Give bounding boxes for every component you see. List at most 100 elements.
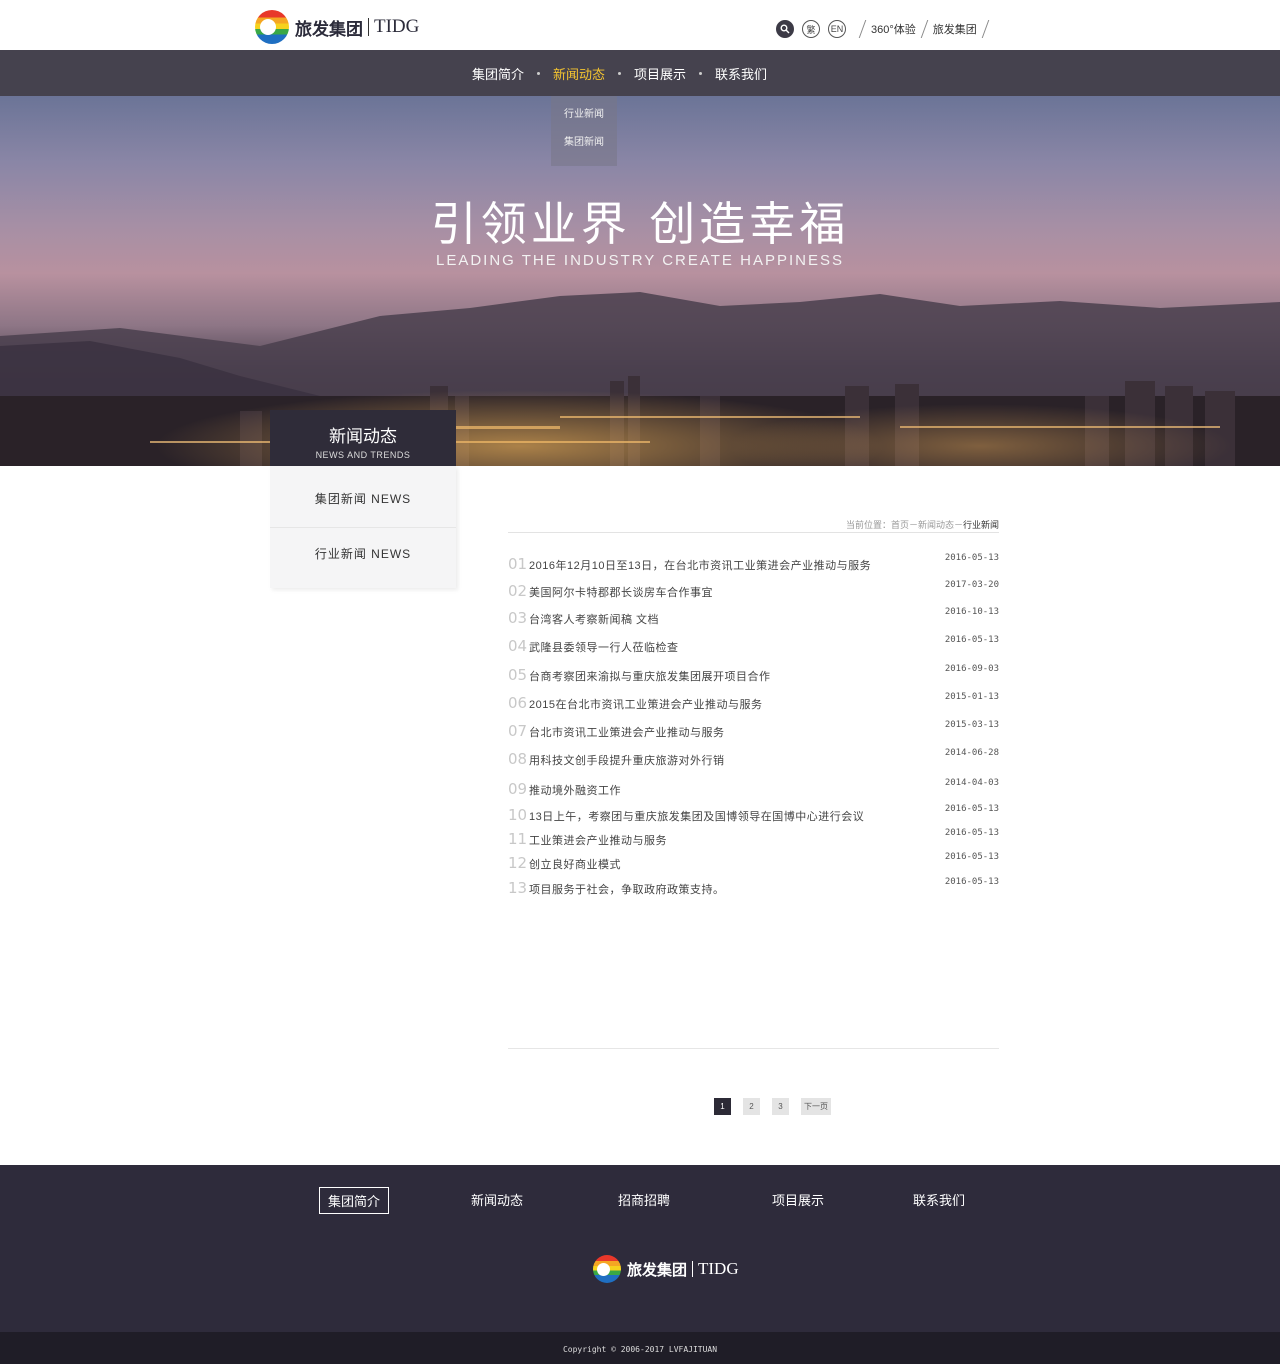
news-title[interactable]: 2015在台北市资讯工业策进会产业推动与服务 (529, 696, 762, 712)
link-group[interactable]: 旅发集团 (933, 21, 977, 37)
footer: 集团简介 新闻动态 招商招聘 项目展示 联系我们 旅发集团 TIDG (0, 1165, 1280, 1332)
banner-title: 引领业界 创造幸福 (430, 197, 850, 251)
news-number: 05 (508, 666, 528, 684)
list-item[interactable]: 11 工业策进会产业推动与服务 2016-05-13 (508, 828, 999, 850)
top-bar: 旅发集团 TIDG 繁 EN 360°体验 旅发集团 (0, 0, 1280, 50)
news-title[interactable]: 台湾客人考察新闻稿 文档 (529, 611, 659, 627)
side-menu: 集团新闻 NEWS 行业新闻 NEWS (270, 466, 456, 588)
search-icon[interactable] (776, 20, 794, 38)
list-item[interactable]: 06 2015在台北市资讯工业策进会产业推动与服务 2015-01-13 (508, 692, 999, 714)
list-item[interactable]: 02 美国阿尔卡特郡郡长谈房车合作事宜 2017-03-20 (508, 580, 999, 602)
news-date: 2016-05-13 (944, 828, 999, 838)
banner-glow (0, 326, 1280, 466)
next-page-button[interactable]: 下一页 (801, 1098, 831, 1115)
news-title[interactable]: 项目服务于社会，争取政府政策支持。 (529, 881, 725, 897)
list-item[interactable]: 12 创立良好商业模式 2016-05-13 (508, 852, 999, 874)
page-button-3[interactable]: 3 (772, 1098, 789, 1115)
news-title[interactable]: 工业策进会产业推动与服务 (529, 832, 667, 848)
news-number: 02 (508, 582, 528, 600)
news-number: 09 (508, 780, 528, 798)
divider-slash (920, 20, 929, 38)
news-number: 12 (508, 854, 528, 872)
english-toggle[interactable]: EN (828, 20, 846, 38)
news-date: 2014-04-03 (944, 778, 999, 788)
news-title[interactable]: 美国阿尔卡特郡郡长谈房车合作事宜 (529, 584, 713, 600)
brand-name-en: TIDG (374, 16, 420, 37)
footer-link-recruit[interactable]: 招商招聘 (609, 1187, 679, 1214)
news-number: 01 (508, 555, 528, 573)
news-title[interactable]: 用科技文创手段提升重庆旅游对外行销 (529, 752, 725, 768)
page-button-1[interactable]: 1 (714, 1098, 731, 1115)
nav-separator (699, 71, 703, 75)
list-item[interactable]: 13 项目服务于社会，争取政府政策支持。 2016-05-13 (508, 877, 999, 899)
list-item[interactable]: 04 武隆县委领导一行人莅临检查 2016-05-13 (508, 635, 999, 657)
nav-item-about[interactable]: 集团简介 (472, 64, 524, 83)
news-title[interactable]: 武隆县委领导一行人莅临检查 (529, 639, 679, 655)
news-date: 2014-06-28 (944, 748, 999, 758)
nav-item-contact[interactable]: 联系我们 (715, 64, 767, 83)
divider-slash (858, 20, 867, 38)
logo-divider (692, 1261, 694, 1277)
brand-logo[interactable]: 旅发集团 TIDG (255, 10, 419, 44)
news-number: 04 (508, 637, 528, 655)
pagination: 1 2 3 下一页 (714, 1098, 831, 1115)
breadcrumb-divider (508, 532, 999, 533)
news-number: 07 (508, 722, 528, 740)
link-360-experience[interactable]: 360°体验 (871, 21, 916, 37)
side-item-industry-news[interactable]: 行业新闻 NEWS (270, 527, 456, 588)
news-date: 2015-03-13 (944, 720, 999, 730)
footer-link-about[interactable]: 集团简介 (319, 1187, 389, 1214)
hero-banner: 引领业界 创造幸福 LEADING THE INDUSTRY CREATE HA… (0, 96, 1280, 466)
top-tools: 繁 EN 360°体验 旅发集团 (776, 18, 994, 40)
footer-logo[interactable]: 旅发集团 TIDG (593, 1255, 739, 1283)
nav-separator (537, 71, 541, 75)
footer-link-news[interactable]: 新闻动态 (462, 1187, 532, 1214)
side-menu-subtitle: NEWS AND TRENDS (315, 450, 411, 460)
news-date: 2016-10-13 (944, 607, 999, 617)
news-date: 2016-05-13 (944, 852, 999, 862)
news-number: 10 (508, 806, 528, 824)
news-title[interactable]: 台商考察团来渝拟与重庆旅发集团展开项目合作 (529, 668, 771, 684)
news-title[interactable]: 2016年12月10日至13日，在台北市资讯工业策进会产业推动与服务 (529, 557, 871, 573)
breadcrumb: 当前位置：首页－新闻动态－行业新闻 (508, 518, 999, 531)
side-item-group-news[interactable]: 集团新闻 NEWS (270, 466, 456, 527)
list-bottom-divider (508, 1048, 999, 1049)
page-button-2[interactable]: 2 (743, 1098, 760, 1115)
news-title[interactable]: 台北市资讯工业策进会产业推动与服务 (529, 724, 725, 740)
banner-subtitle: LEADING THE INDUSTRY CREATE HAPPINESS (436, 252, 844, 269)
side-menu-title: 新闻动态 (329, 427, 397, 446)
footer-link-contact[interactable]: 联系我们 (904, 1187, 974, 1214)
news-date: 2016-05-13 (944, 877, 999, 887)
news-date: 2016-05-13 (944, 804, 999, 814)
news-number: 08 (508, 750, 528, 768)
news-number: 13 (508, 879, 528, 897)
list-item[interactable]: 01 2016年12月10日至13日，在台北市资讯工业策进会产业推动与服务 20… (508, 553, 999, 575)
list-item[interactable]: 08 用科技文创手段提升重庆旅游对外行销 2014-06-28 (508, 748, 999, 770)
news-date: 2016-05-13 (944, 635, 999, 645)
news-date: 2017-03-20 (944, 580, 999, 590)
nav-item-news[interactable]: 新闻动态 (553, 64, 605, 83)
list-item[interactable]: 09 推动境外融资工作 2014-04-03 (508, 778, 999, 800)
list-item[interactable]: 07 台北市资讯工业策进会产业推动与服务 2015-03-13 (508, 720, 999, 742)
news-dropdown: 行业新闻 集团新闻 (551, 96, 617, 166)
copyright-text: Copyright © 2006-2017 LVFAJITUAN (562, 1345, 718, 1354)
news-title[interactable]: 推动境外融资工作 (529, 782, 621, 798)
breadcrumb-path[interactable]: 当前位置：首页－新闻动态－ (846, 520, 963, 530)
news-number: 06 (508, 694, 528, 712)
footer-link-projects[interactable]: 项目展示 (763, 1187, 833, 1214)
logo-mark-icon (593, 1255, 621, 1283)
traditional-chinese-toggle[interactable]: 繁 (802, 20, 820, 38)
brand-name-en: TIDG (698, 1259, 739, 1278)
news-date: 2016-05-13 (944, 553, 999, 563)
nav-item-projects[interactable]: 项目展示 (634, 64, 686, 83)
news-title[interactable]: 13日上午，考察团与重庆旅发集团及国博领导在国博中心进行会议 (529, 808, 864, 824)
list-item[interactable]: 03 台湾客人考察新闻稿 文档 2016-10-13 (508, 607, 999, 629)
news-title[interactable]: 创立良好商业模式 (529, 856, 621, 872)
list-item[interactable]: 05 台商考察团来渝拟与重庆旅发集团展开项目合作 2016-09-03 (508, 664, 999, 686)
dropdown-item-industry-news[interactable]: 行业新闻 (551, 101, 617, 129)
list-item[interactable]: 10 13日上午，考察团与重庆旅发集团及国博领导在国博中心进行会议 2016-0… (508, 804, 999, 826)
main-nav: 集团简介 新闻动态 项目展示 联系我们 (0, 50, 1280, 96)
divider-slash (981, 20, 990, 38)
news-date: 2015-01-13 (944, 692, 999, 702)
dropdown-item-group-news[interactable]: 集团新闻 (551, 129, 617, 157)
